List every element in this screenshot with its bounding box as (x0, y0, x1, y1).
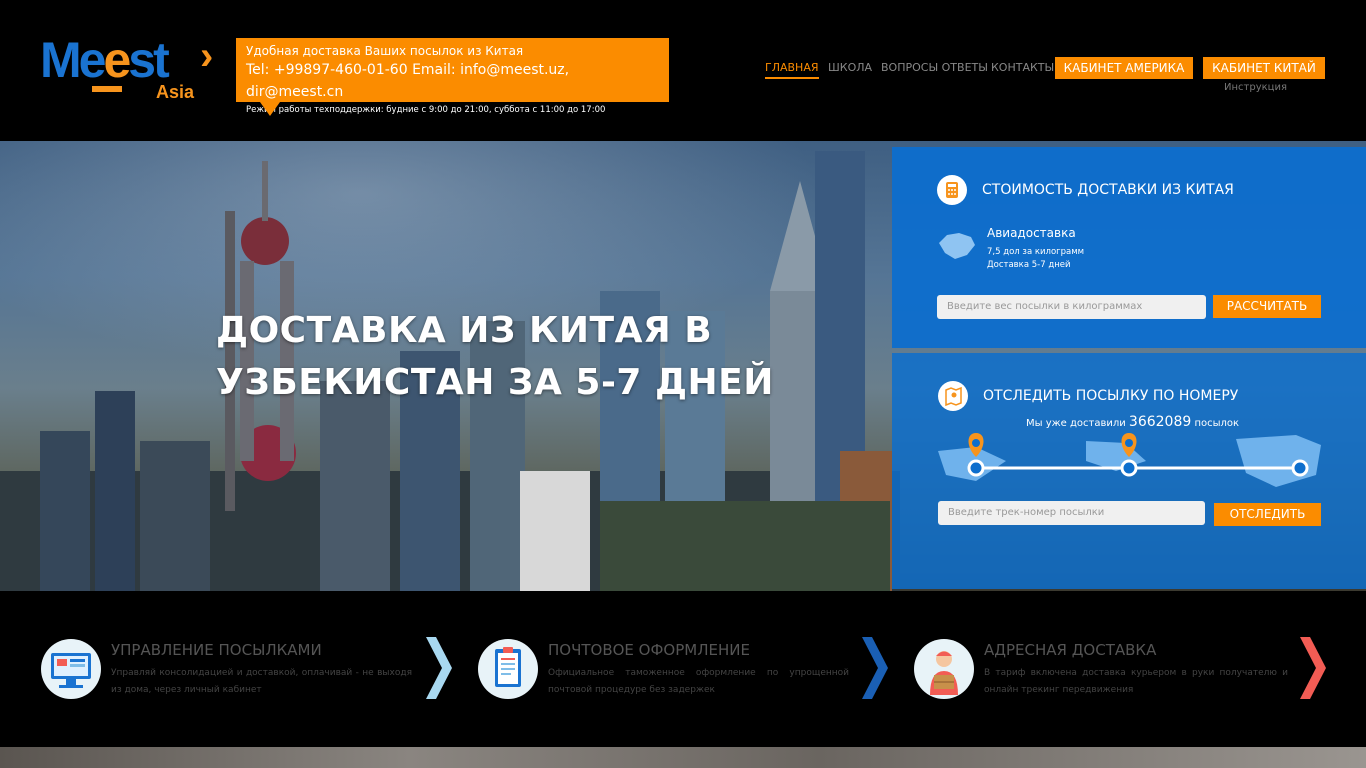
courier-icon (914, 639, 974, 699)
nav-home[interactable]: ГЛАВНАЯ (765, 61, 819, 79)
feature-title-postal: ПОЧТОВОЕ ОФОРМЛЕНИЕ (548, 641, 750, 659)
clipboard-icon (478, 639, 538, 699)
delivery-cost-panel: СТОИМОСТЬ ДОСТАВКИ ИЗ КИТАЯ Авиадоставка… (892, 147, 1366, 348)
logo-bar (92, 86, 122, 92)
feature-text-delivery: В тариф включена доставка курьером в рук… (984, 668, 1288, 695)
logo-chevron: › (200, 34, 214, 78)
nav-faq[interactable]: ВОПРОСЫ ОТВЕТЫ (881, 61, 988, 74)
china-map-icon (939, 233, 975, 259)
info-hours: Режим работы техподдержки: будние с 9:00… (246, 105, 606, 115)
feature-title-delivery: АДРЕСНАЯ ДОСТАВКА (984, 641, 1157, 659)
cabinet-america-button[interactable]: КАБИНЕТ АМЕРИКА (1055, 57, 1193, 79)
site-header: Meest › Asia Удобная доставка Ваших посы… (0, 0, 1366, 141)
track-title: ОТСЛЕДИТЬ ПОСЫЛКУ ПО НОМЕРУ (983, 388, 1239, 404)
delivery-method: Авиадоставка (987, 226, 1076, 240)
calculate-button[interactable]: РАССЧИТАТЬ (1213, 295, 1321, 318)
feature-text-parcels: Управляй консолидацией и доставкой, опла… (111, 668, 412, 695)
features-section: УПРАВЛЕНИЕ ПОСЫЛКАМИ Управляй консолидац… (0, 591, 1366, 747)
chevron-right-icon (862, 637, 888, 699)
weight-input[interactable]: Введите вес посылки в килограммах (937, 295, 1206, 319)
instruction-link[interactable]: Инструкция (1224, 82, 1287, 93)
track-button[interactable]: ОТСЛЕДИТЬ (1214, 503, 1321, 526)
chevron-right-icon (426, 637, 452, 699)
delivery-cost-title: СТОИМОСТЬ ДОСТАВКИ ИЗ КИТАЯ (982, 182, 1234, 198)
feature-title-parcels: УПРАВЛЕНИЕ ПОСЫЛКАМИ (111, 641, 322, 659)
feature-text-postal: Официальное таможенное оформление по упр… (548, 668, 849, 695)
meest-asia-logo[interactable]: Meest › Asia (40, 34, 220, 106)
monitor-icon (41, 639, 101, 699)
hero-title: ДОСТАВКА ИЗ КИТАЯ В УЗБЕКИСТАН ЗА 5-7 ДН… (216, 310, 774, 403)
delivery-rate: 7,5 дол за килограмм (987, 247, 1085, 257)
delivered-prefix: Мы уже доставили (1026, 418, 1126, 429)
nav-contacts[interactable]: КОНТАКТЫ (991, 61, 1054, 74)
delivered-count: 3662089 (1128, 414, 1192, 430)
info-contacts: Tel: +99897-460-01-60 Email: info@meest.… (246, 62, 570, 100)
delivery-duration: Доставка 5-7 дней (987, 260, 1071, 270)
track-number-input[interactable]: Введите трек-номер посылки (938, 501, 1205, 525)
cabinet-china-button[interactable]: КАБИНЕТ КИТАЙ (1203, 57, 1325, 79)
contact-info-box: Удобная доставка Ваших посылок из Китая … (236, 38, 669, 116)
map-icon (938, 381, 968, 411)
next-section-preview (0, 747, 1366, 768)
calculator-icon (937, 175, 967, 205)
track-parcel-panel: ОТСЛЕДИТЬ ПОСЫЛКУ ПО НОМЕРУ Мы уже доста… (892, 353, 1366, 589)
delivered-suffix: посылок (1194, 418, 1240, 429)
info-tagline: Удобная доставка Ваших посылок из Китая (246, 44, 524, 58)
logo-sub: Asia (156, 82, 195, 102)
route-map-graphic (938, 433, 1321, 487)
nav-school[interactable]: ШКОЛА (828, 61, 872, 74)
chevron-right-icon (1300, 637, 1326, 699)
delivered-counter: Мы уже доставили 3662089 посылок (1026, 414, 1239, 430)
